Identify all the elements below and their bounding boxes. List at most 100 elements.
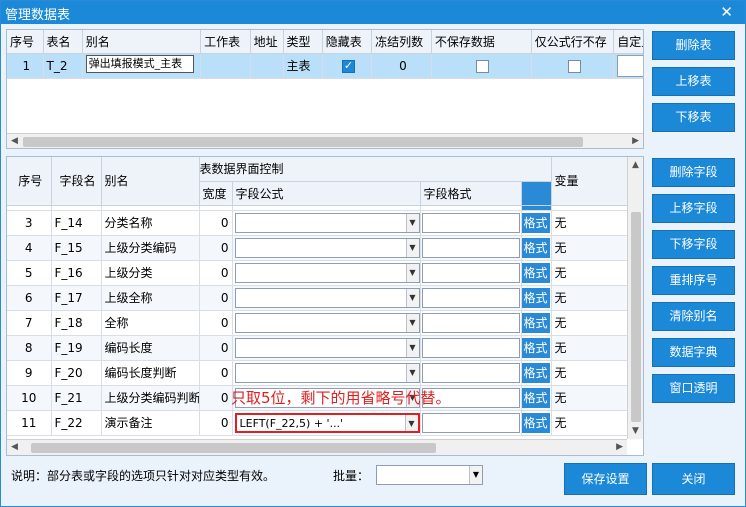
format-input[interactable] [421, 337, 520, 358]
delete-table-button[interactable]: 删除表 [652, 31, 735, 60]
field-variable[interactable]: 无 [551, 360, 630, 386]
close-icon[interactable]: ✕ [720, 3, 733, 21]
format-button[interactable]: 格式 [521, 337, 550, 358]
field-variable[interactable]: 无 [551, 285, 630, 311]
delete-field-button[interactable]: 删除字段 [652, 158, 735, 187]
dropdown-arrow-icon[interactable]: ▼ [469, 466, 482, 484]
field-alias[interactable]: 编码长度判断 [101, 360, 200, 386]
scroll-thumb[interactable] [31, 443, 436, 453]
renumber-button[interactable]: 重排序号 [652, 266, 735, 295]
col-header[interactable]: 字段名 [51, 157, 102, 206]
field-alias[interactable]: 编码长度 [101, 335, 200, 361]
field-variable[interactable]: 无 [551, 260, 630, 286]
scroll-left-icon[interactable]: ◀ [11, 136, 18, 146]
field-variable[interactable]: 无 [551, 335, 630, 361]
table-alias-cell[interactable]: 弹出填报模式_主表 [82, 53, 202, 79]
scroll-right-icon[interactable]: ▶ [616, 442, 623, 452]
format-button[interactable]: 格式 [521, 412, 550, 433]
window-transparent-button[interactable]: 窗口透明 [652, 374, 735, 403]
field-width[interactable]: 0 [199, 260, 233, 286]
col-header[interactable]: 不保存数据 [431, 30, 532, 54]
scroll-up-icon[interactable]: ▲ [632, 160, 639, 170]
table-address[interactable] [250, 53, 284, 79]
col-header[interactable]: 宽度 [199, 181, 233, 206]
table-row[interactable]: 6 F_17 上级全称 0 ▼ 格式无 [7, 285, 630, 311]
dropdown-arrow-icon[interactable]: ▼ [405, 363, 419, 382]
format-input[interactable] [421, 287, 520, 308]
dropdown-arrow-icon[interactable]: ▼ [405, 213, 419, 232]
table-row[interactable]: 1 T_2 弹出填报模式_主表 主表 0 [7, 53, 643, 79]
close-button[interactable]: 关闭 [652, 463, 735, 495]
fields-v-scrollbar[interactable]: ▲ ▼ [627, 157, 643, 439]
col-header[interactable]: 字段格式 [420, 181, 522, 206]
custom-cond-input[interactable] [617, 54, 643, 77]
field-alias[interactable]: 全称 [101, 310, 200, 336]
formula-combo[interactable]: ▼ [234, 212, 419, 233]
clear-alias-button[interactable]: 清除别名 [652, 302, 735, 331]
format-input[interactable] [421, 237, 520, 258]
dropdown-arrow-icon[interactable]: ▼ [405, 263, 419, 282]
format-button[interactable]: 格式 [521, 212, 550, 233]
save-settings-button[interactable]: 保存设置 [564, 463, 647, 495]
field-variable[interactable]: 无 [551, 385, 630, 411]
custom-cond-cell[interactable] [613, 53, 643, 79]
data-dictionary-button[interactable]: 数据字典 [652, 338, 735, 367]
format-input[interactable] [421, 262, 520, 283]
field-variable[interactable]: 无 [551, 210, 630, 236]
table-alias-input[interactable]: 弹出填报模式_主表 [85, 55, 194, 73]
format-button[interactable]: 格式 [521, 262, 550, 283]
formula-combo[interactable]: ▼ [234, 337, 419, 358]
col-header[interactable]: 变量 [551, 157, 630, 206]
table-row[interactable]: 8 F_19 编码长度 0 ▼ 格式无 [7, 335, 630, 361]
no-save-checkbox[interactable] [476, 59, 490, 73]
field-variable[interactable]: 无 [551, 310, 630, 336]
col-header[interactable]: 别名 [101, 157, 200, 206]
scroll-right-icon[interactable]: ▶ [632, 136, 639, 146]
move-table-up-button[interactable]: 上移表 [652, 67, 735, 96]
formula-combo[interactable]: ▼ [234, 262, 419, 283]
field-width[interactable]: 0 [199, 360, 233, 386]
dropdown-arrow-icon[interactable]: ▼ [405, 238, 419, 257]
field-alias[interactable]: 上级分类 [101, 260, 200, 286]
move-field-up-button[interactable]: 上移字段 [652, 194, 735, 223]
col-header[interactable]: 工作表 [200, 30, 251, 54]
col-header[interactable]: 自定义条件 [613, 30, 643, 54]
formula-only-checkbox[interactable] [567, 59, 581, 73]
col-header[interactable]: 冻结列数 [371, 30, 432, 54]
table-type[interactable]: 主表 [283, 53, 323, 79]
table-row[interactable]: 5 F_16 上级分类 0 ▼ 格式无 [7, 260, 630, 286]
table-sheet[interactable] [200, 53, 251, 79]
format-input[interactable] [421, 362, 520, 383]
scroll-left-icon[interactable]: ◀ [11, 442, 18, 452]
formula-combo[interactable]: ▼ [234, 362, 419, 383]
field-alias[interactable]: 上级全称 [101, 285, 200, 311]
format-button[interactable]: 格式 [521, 287, 550, 308]
field-width[interactable]: 0 [199, 210, 233, 236]
format-input[interactable] [421, 312, 520, 333]
format-button[interactable]: 格式 [521, 312, 550, 333]
format-button[interactable]: 格式 [521, 237, 550, 258]
formula-combo[interactable]: ▼ [234, 237, 419, 258]
format-button[interactable]: 格式 [521, 362, 550, 383]
field-alias[interactable]: 分类名称 [101, 210, 200, 236]
scroll-thumb[interactable] [631, 212, 641, 422]
field-width[interactable]: 0 [199, 310, 233, 336]
field-alias[interactable]: 演示备注 [101, 410, 200, 436]
col-header[interactable]: 仅公式行不存 [531, 30, 615, 54]
frozen-cols[interactable]: 0 [371, 53, 432, 79]
table-row[interactable]: 3 F_14 分类名称 0 ▼ 格式无 [7, 210, 630, 236]
format-input[interactable] [421, 412, 520, 433]
field-width[interactable]: 0 [199, 385, 233, 411]
col-header[interactable]: 类型 [283, 30, 323, 54]
col-header[interactable]: 别名 [82, 30, 202, 54]
col-header[interactable]: 隐藏表 [322, 30, 373, 54]
field-width[interactable]: 0 [199, 285, 233, 311]
col-header[interactable]: 地址 [250, 30, 284, 54]
col-header[interactable]: 序号 [7, 157, 52, 206]
format-input[interactable] [421, 212, 520, 233]
col-header[interactable]: 字段公式 [232, 181, 421, 206]
col-header[interactable]: 序号 [7, 30, 44, 54]
scroll-thumb[interactable] [23, 137, 583, 147]
field-alias[interactable]: 上级分类编码判断 [101, 385, 200, 411]
col-header[interactable]: 表名 [43, 30, 83, 54]
